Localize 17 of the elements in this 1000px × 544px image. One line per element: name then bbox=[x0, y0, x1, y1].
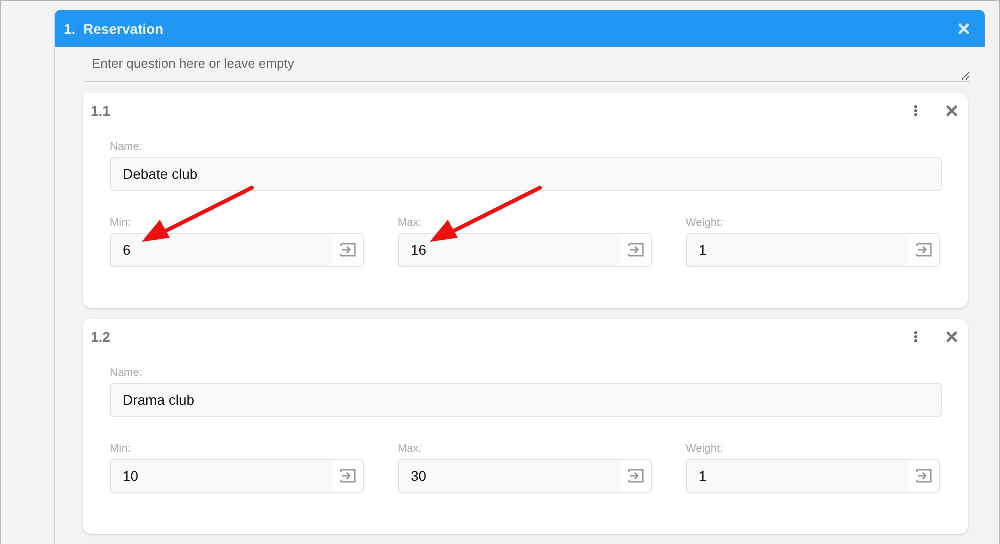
field-label: Weight: bbox=[686, 443, 724, 455]
name-field[interactable]: Drama club bbox=[110, 383, 942, 417]
close-icon[interactable] bbox=[946, 105, 958, 117]
field-label: Min: bbox=[110, 443, 132, 455]
name-field[interactable]: Debate club bbox=[110, 157, 942, 191]
more-options-icon[interactable] bbox=[914, 105, 918, 117]
field-label: Name: bbox=[110, 367, 144, 379]
item-number: 1.1 bbox=[91, 103, 110, 119]
close-icon[interactable] bbox=[946, 331, 958, 343]
field-label: Weight: bbox=[686, 217, 724, 229]
section-title: 1. Reservation bbox=[64, 20, 164, 36]
field-label: Min: bbox=[110, 217, 132, 229]
field-label: Name: bbox=[110, 141, 144, 153]
item-number: 1.2 bbox=[91, 329, 110, 345]
more-options-icon[interactable] bbox=[914, 331, 918, 343]
field-label: Max: bbox=[398, 443, 423, 455]
field-label: Max: bbox=[398, 217, 423, 229]
